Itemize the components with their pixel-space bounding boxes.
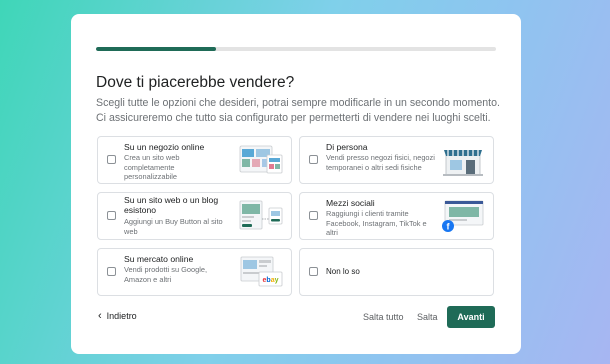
back-button[interactable]: ‹ Indietro (98, 310, 137, 322)
online-store-illustration-icon (239, 145, 283, 174)
checkbox[interactable] (309, 211, 318, 220)
chevron-left-icon: ‹ (98, 310, 102, 322)
page-title: Dove ti piacerebbe vendere? (96, 74, 295, 91)
checkbox[interactable] (309, 155, 318, 164)
option-title: Su un negozio online (124, 142, 205, 152)
option-title: Di persona (326, 142, 368, 152)
option-dont-know[interactable]: Non lo so (299, 248, 494, 296)
option-in-person[interactable]: Di persona Vendi presso negozi fisici, n… (299, 136, 494, 184)
option-description: Vendi presso negozi fisici, negozi tempo… (326, 153, 435, 172)
physical-store-illustration-icon (443, 150, 483, 176)
back-label: Indietro (106, 311, 137, 321)
option-description: Aggiungi un Buy Button al sito web (124, 217, 223, 236)
progress-bar-fill (96, 47, 216, 51)
onboarding-card: Dove ti piacerebbe vendere? Scegli tutte… (71, 14, 521, 354)
checkbox[interactable] (107, 211, 116, 220)
option-title: Non lo so (326, 267, 360, 276)
option-description: Raggiungi i clienti tramite Facebook, In… (326, 209, 427, 238)
option-existing-website[interactable]: Su un sito web o un blog esistono Aggiun… (97, 192, 292, 240)
svg-text:ebay: ebay (263, 277, 279, 284)
option-marketplace[interactable]: Su mercato online Vendi prodotti su Goog… (97, 248, 292, 296)
social-media-illustration-icon: f (442, 200, 484, 232)
option-title: Mezzi sociali (326, 198, 375, 208)
checkbox[interactable] (107, 155, 116, 164)
option-social-media[interactable]: Mezzi sociali Raggiungi i clienti tramit… (299, 192, 494, 240)
checkbox[interactable] (107, 267, 116, 276)
marketplace-illustration-icon: ebay (240, 256, 283, 287)
option-description: Crea un sito web completamente personali… (124, 153, 180, 182)
option-online-store[interactable]: Su un negozio online Crea un sito web co… (97, 136, 292, 184)
skip-all-button[interactable]: Salta tutto (363, 312, 404, 322)
option-description: Vendi prodotti su Google, Amazon e altri (124, 265, 207, 284)
option-title: Su mercato online (124, 254, 194, 264)
progress-bar (96, 47, 496, 51)
next-button[interactable]: Avanti (447, 306, 495, 328)
buy-button-illustration-icon (239, 200, 283, 230)
option-title: Su un sito web o un blog esistono (124, 195, 219, 215)
page-subtitle: Scegli tutte le opzioni che desideri, po… (96, 97, 500, 124)
checkbox[interactable] (309, 267, 318, 276)
skip-button[interactable]: Salta (417, 312, 438, 322)
